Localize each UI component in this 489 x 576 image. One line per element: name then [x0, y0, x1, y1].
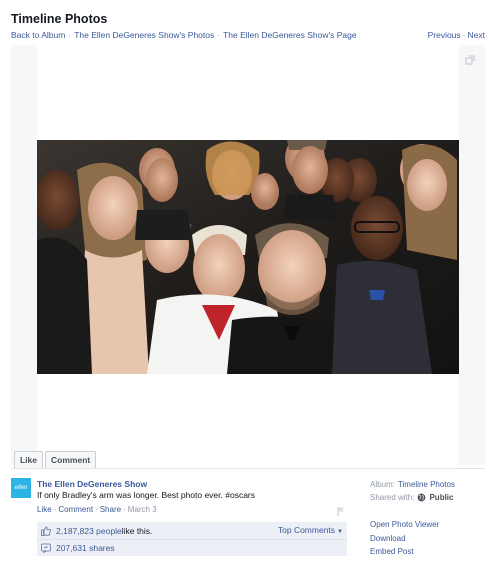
next-link[interactable]: Next — [468, 30, 485, 40]
pager: Previous · Next — [428, 30, 485, 40]
stage-gutter-left — [11, 45, 37, 465]
caret-down-icon: ▼ — [337, 529, 343, 535]
photo[interactable] — [37, 140, 459, 374]
divider — [11, 468, 485, 469]
selfie-photo-image — [37, 140, 459, 374]
album-link[interactable]: Timeline Photos — [398, 480, 455, 489]
previous-link[interactable]: Previous — [428, 30, 461, 40]
comment-button[interactable]: Comment — [45, 451, 97, 469]
top-comments-dropdown[interactable]: Top Comments ▼ — [278, 525, 343, 535]
photo-action-buttons: Like Comment — [14, 451, 97, 469]
thumbs-up-icon — [41, 526, 51, 536]
top-comments-label: Top Comments — [277, 525, 336, 535]
breadcrumb-back-to-album[interactable]: Back to Album — [11, 30, 65, 40]
page-title: Timeline Photos — [11, 12, 108, 26]
breadcrumb-separator: · — [217, 30, 221, 40]
like-button[interactable]: Like — [14, 451, 44, 469]
breadcrumb-page[interactable]: The Ellen DeGeneres Show's Page — [223, 30, 356, 40]
post-caption: If only Bradley's arm was longer. Best p… — [37, 490, 255, 500]
share-link[interactable]: Share — [100, 505, 121, 514]
post-meta: Like · Comment · Share · March 3 — [37, 505, 157, 514]
comment-link[interactable]: Comment — [58, 505, 93, 514]
share-icon — [41, 543, 51, 553]
shared-with-label: Shared with: — [370, 493, 415, 502]
meta-separator: · — [95, 505, 98, 514]
download-link[interactable]: Download — [370, 534, 406, 543]
photo-sidebar: Album: Timeline Photos Shared with: Publi… — [370, 478, 485, 559]
breadcrumb-photos[interactable]: The Ellen DeGeneres Show's Photos — [74, 30, 214, 40]
album-label: Album: — [370, 480, 395, 489]
avatar[interactable]: ellen — [11, 478, 31, 498]
post-author[interactable]: The Ellen DeGeneres Show — [37, 479, 147, 489]
ufi-shares-row: 207,631 shares — [37, 539, 347, 556]
embed-post-link[interactable]: Embed Post — [370, 547, 414, 556]
breadcrumb: Back to Album · The Ellen DeGeneres Show's… — [11, 30, 357, 40]
flag-icon[interactable] — [336, 506, 346, 516]
meta-separator: · — [53, 505, 57, 514]
open-photo-viewer-link[interactable]: Open Photo Viewer — [370, 520, 439, 529]
like-link[interactable]: Like — [37, 505, 52, 514]
breadcrumb-separator: · — [68, 30, 72, 40]
meta-separator: · — [123, 505, 126, 514]
shares-count-link[interactable]: 207,631 shares — [56, 543, 115, 553]
pager-separator: · — [462, 30, 466, 40]
ufi-likes-row: 2,187,823 people like this. Top Comments… — [37, 522, 347, 539]
shared-with-row: Shared with: Public — [370, 491, 485, 504]
expand-icon[interactable] — [465, 55, 475, 65]
globe-icon — [418, 493, 426, 502]
sidebar-links: Open Photo Viewer Download Embed Post — [370, 518, 485, 559]
shared-with-value[interactable]: Public — [429, 493, 453, 502]
post-date[interactable]: March 3 — [128, 505, 157, 514]
likes-suffix: like this. — [121, 525, 153, 536]
likes-count-link[interactable]: 2,187,823 people — [56, 526, 122, 536]
album-row: Album: Timeline Photos — [370, 478, 485, 491]
stage-gutter-right — [459, 45, 485, 465]
ufi-panel: 2,187,823 people like this. Top Comments… — [37, 522, 347, 556]
post-caption-text: If only Bradley's arm was longer. Best p… — [37, 490, 256, 500]
